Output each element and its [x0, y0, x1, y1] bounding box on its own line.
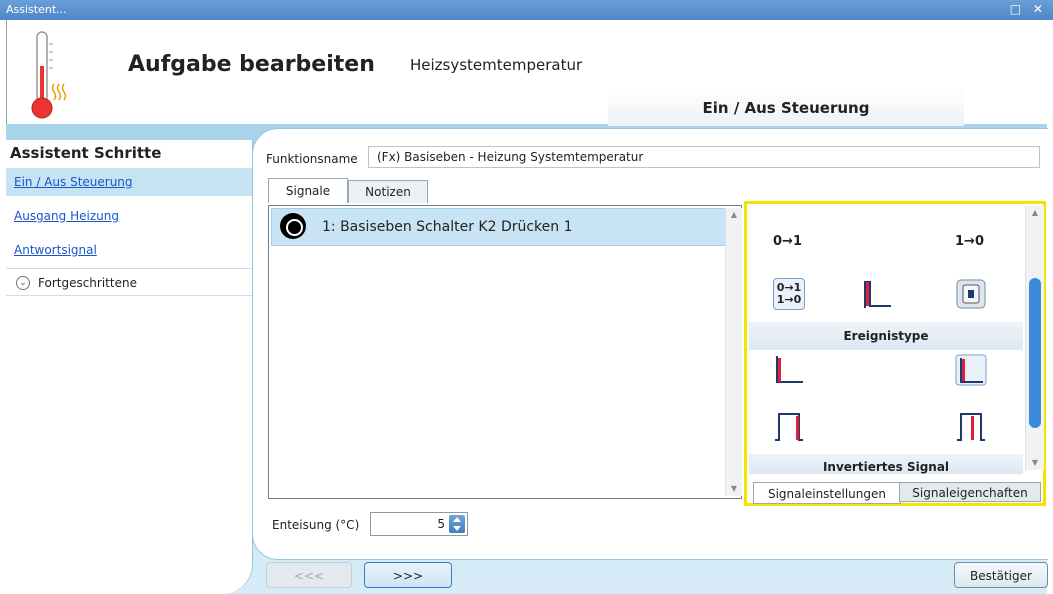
scroll-down-icon[interactable]: ▼ [1026, 456, 1044, 470]
advanced-label: Fortgeschrittene [38, 276, 137, 290]
event-type-band: Ereignistype [749, 322, 1023, 350]
step-low-icon[interactable] [773, 354, 805, 386]
function-name-input[interactable]: (Fx) Basiseben - Heizung Systemtemperatu… [368, 146, 1040, 168]
enteisung-value: 5 [437, 517, 445, 531]
enteisung-label: Enteisung (°C) [272, 518, 360, 532]
spin-arrows-icon[interactable] [449, 515, 465, 533]
sidebar-item-ein-aus-steuerung[interactable]: Ein / Aus Steuerung [6, 168, 252, 196]
signal-row[interactable]: 1: Basiseben Schalter K2 Drücken 1 [271, 208, 726, 246]
sidebar-item-ausgang-heizung[interactable]: Ausgang Heizung [6, 202, 252, 230]
window-controls[interactable]: □ ✕ [1010, 2, 1047, 16]
section-tab: Ein / Aus Steuerung [608, 86, 964, 126]
panel-device-icon[interactable] [955, 278, 987, 310]
prev-button[interactable]: <<< [266, 562, 352, 588]
chevron-down-icon: ⌄ [16, 276, 30, 290]
sidebar: Assistent Schritte Ein / Aus Steuerung A… [6, 140, 253, 594]
step-high-icon[interactable] [955, 354, 987, 386]
signal-list: 1: Basiseben Schalter K2 Drücken 1 ▲ ▼ [268, 205, 742, 499]
scroll-down-icon[interactable]: ▼ [726, 482, 742, 496]
confirm-button[interactable]: Bestätiger [954, 562, 1048, 588]
inverted-signal-band: Invertiertes Signal [749, 454, 1023, 474]
button-signal-icon [280, 213, 306, 239]
sidebar-item-antwortsignal[interactable]: Antwortsignal [6, 236, 252, 264]
scroll-up-icon[interactable]: ▲ [1026, 206, 1044, 220]
event-settings-panel: 0→1 1→0 0→1 1→0 Ereignistype Invertierte… [744, 201, 1046, 506]
pulse-icon[interactable] [773, 410, 805, 442]
rising-edge-icon[interactable]: 0→1 [773, 226, 805, 258]
page-title: Aufgabe bearbeiten [128, 52, 375, 77]
pulse-high-icon[interactable] [861, 278, 893, 310]
pulse-inverted-icon[interactable] [955, 410, 987, 442]
sidebar-item-fortgeschrittene[interactable]: ⌄ Fortgeschrittene [6, 268, 252, 296]
scrollbar-thumb[interactable] [1029, 278, 1041, 428]
both-edges-top-label: 0→1 [776, 281, 802, 294]
tab-signale[interactable]: Signale [268, 178, 348, 203]
function-name-label: Funktionsname [266, 152, 358, 166]
scroll-up-icon[interactable]: ▲ [726, 208, 742, 222]
page-subtitle: Heizsystemtemperatur [410, 56, 583, 74]
window-titlebar: Assistent... □ ✕ [0, 0, 1053, 20]
tab-signaleinstellungen[interactable]: Signaleinstellungen [753, 482, 901, 504]
falling-edge-icon[interactable]: 1→0 [955, 226, 987, 258]
enteisung-stepper[interactable]: 5 [370, 512, 468, 536]
window-title: Assistent... [6, 3, 67, 16]
signal-list-scrollbar[interactable]: ▲ ▼ [725, 208, 742, 496]
both-edges-bottom-label: 1→0 [776, 293, 802, 306]
tab-signaleigenchaften[interactable]: Signaleigenchaften [899, 482, 1041, 502]
sidebar-title: Assistent Schritte [10, 144, 162, 162]
event-panel-scrollbar[interactable]: ▲ ▼ [1025, 206, 1044, 470]
tab-notizen[interactable]: Notizen [348, 180, 428, 203]
thermometer-icon [31, 31, 67, 119]
both-edges-icon[interactable]: 0→1 1→0 [773, 278, 805, 310]
signal-label: 1: Basiseben Schalter K2 Drücken 1 [322, 219, 573, 235]
event-panel-tabs: Signaleinstellungen Signaleigenchaften [749, 482, 1043, 504]
next-button[interactable]: >>> [364, 562, 452, 588]
